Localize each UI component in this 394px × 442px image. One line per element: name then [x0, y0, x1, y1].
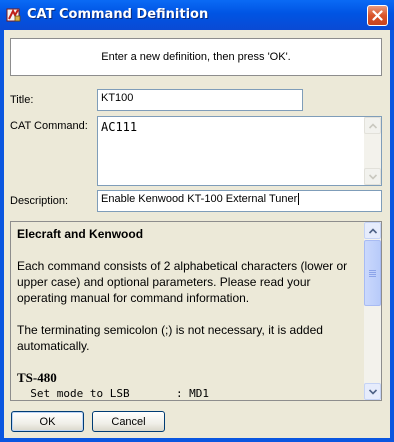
grip-line [369, 274, 376, 275]
chevron-up-icon [369, 123, 377, 129]
help-paragraph-2: The terminating semicolon (;) is not nec… [17, 323, 323, 353]
grip-line [369, 276, 376, 277]
close-icon [372, 10, 383, 21]
help-paragraph-1: Each command consists of 2 alphabetical … [17, 259, 348, 305]
description-input-value: Enable Kenwood KT-100 External Tuner [101, 193, 298, 205]
help-heading: Elecraft and Kenwood [17, 227, 144, 241]
help-subheading: TS-480 [17, 370, 57, 385]
chevron-up-icon [369, 228, 377, 234]
instruction-text: Enter a new definition, then press 'OK'. [101, 51, 291, 63]
help-content: Elecraft and Kenwood Each command consis… [11, 222, 364, 400]
ok-button[interactable]: OK [11, 411, 84, 432]
scroll-down-button[interactable] [364, 168, 381, 185]
title-input[interactable]: KT100 [97, 89, 303, 111]
cat-command-textarea[interactable]: AC111 [97, 116, 382, 186]
cat-command-value: AC111 [101, 120, 138, 134]
instruction-banner: Enter a new definition, then press 'OK'. [10, 38, 382, 76]
title-input-value: KT100 [101, 92, 134, 104]
title-label: Title: [10, 94, 34, 106]
text-caret [298, 193, 300, 206]
close-button[interactable] [367, 5, 388, 26]
help-scroll-thumb[interactable] [364, 240, 381, 306]
dialog-window: CAT Command Definition Enter a new defin… [0, 0, 394, 442]
grip-line [369, 272, 376, 273]
cat-command-scrollbar[interactable] [364, 117, 381, 185]
help-scroll-up-button[interactable] [364, 222, 381, 239]
window-title: CAT Command Definition [27, 7, 209, 22]
grip-line [369, 270, 376, 271]
help-scroll-down-button[interactable] [364, 383, 381, 400]
app-icon [6, 7, 22, 23]
chevron-down-icon [369, 174, 377, 180]
title-bar[interactable]: CAT Command Definition [0, 0, 394, 30]
cancel-button[interactable]: Cancel [92, 411, 165, 432]
help-code-line: Set mode to LSB : MD1 [17, 387, 210, 400]
description-label: Description: [10, 195, 69, 207]
cat-command-label: CAT Command: [10, 120, 88, 132]
description-input[interactable]: Enable Kenwood KT-100 External Tuner [97, 190, 382, 212]
chevron-down-icon [369, 389, 377, 395]
dialog-body: Enter a new definition, then press 'OK'.… [4, 30, 390, 438]
help-panel: Elecraft and Kenwood Each command consis… [10, 221, 382, 401]
help-scrollbar[interactable] [364, 222, 381, 400]
scroll-up-button[interactable] [364, 117, 381, 134]
